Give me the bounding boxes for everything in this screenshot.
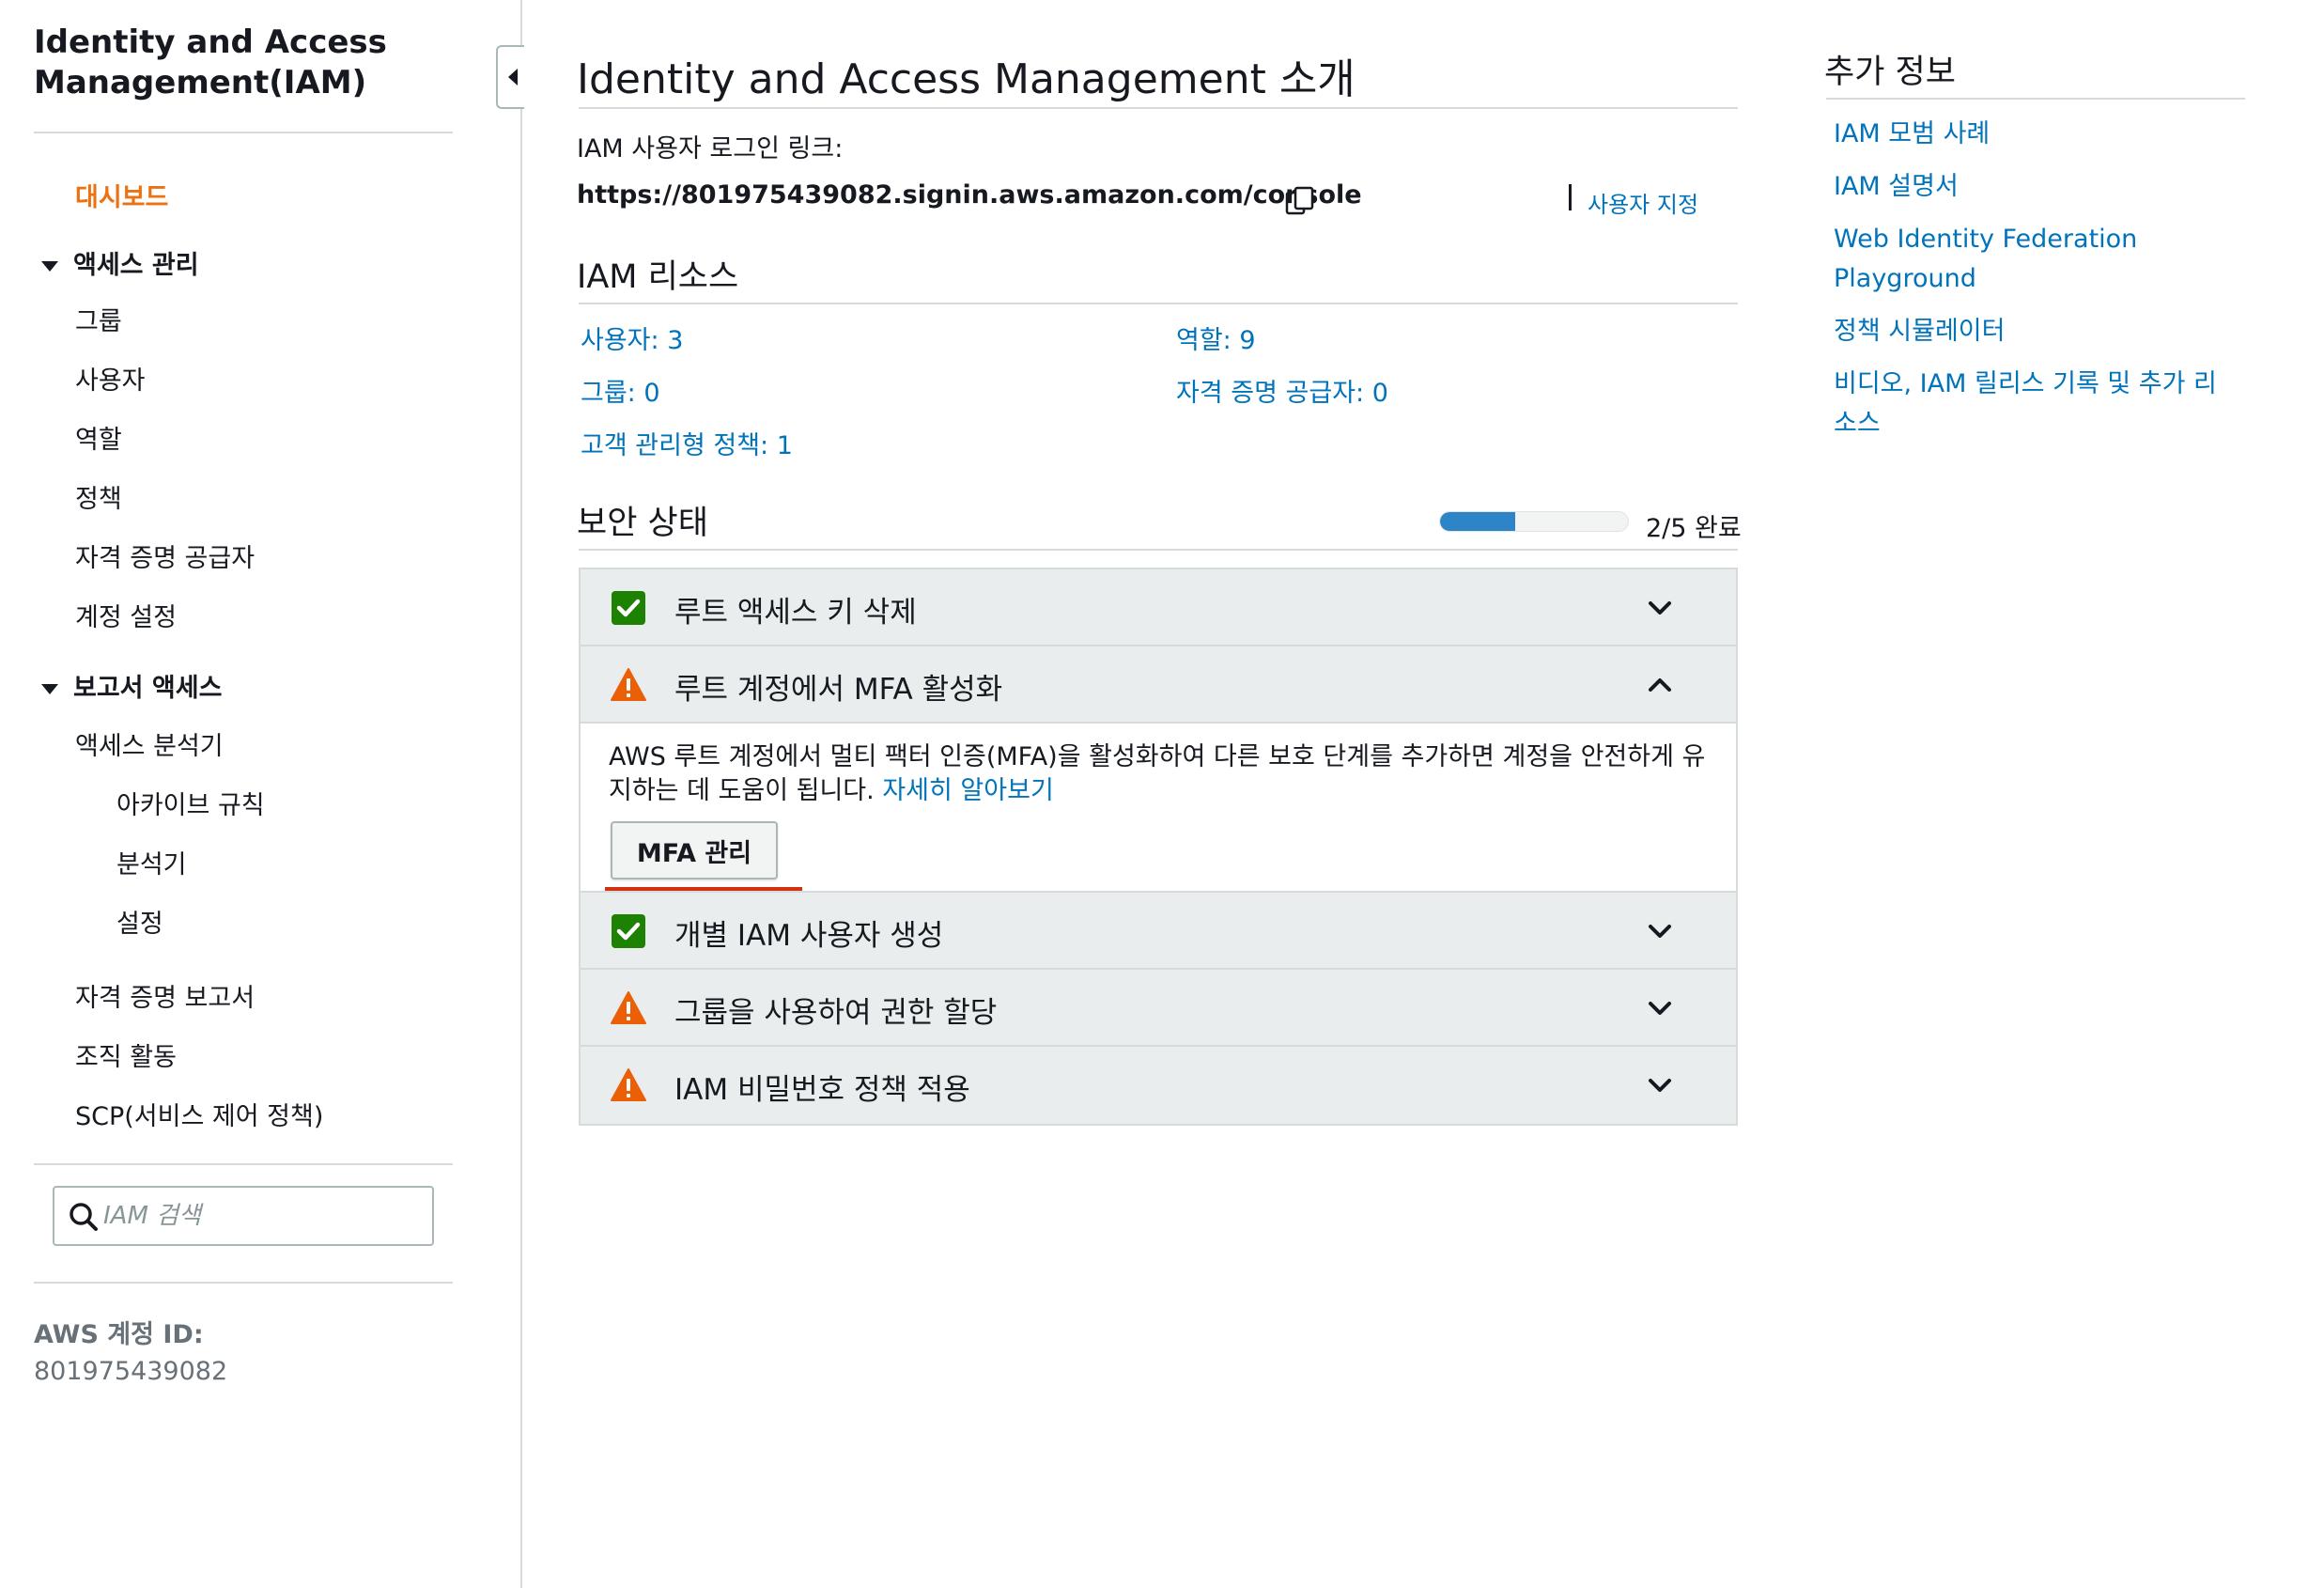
iam-search[interactable]	[53, 1186, 434, 1246]
chevron-up-icon	[1649, 678, 1671, 692]
progress-fill	[1440, 512, 1515, 531]
checklist-label: 루트 액세스 키 삭제	[674, 596, 917, 630]
checklist-item-password-policy[interactable]: IAM 비밀번호 정책 적용	[581, 1047, 1736, 1124]
signin-link-label: IAM 사용자 로그인 링크:	[577, 134, 844, 163]
chevron-down-icon	[1649, 1079, 1671, 1092]
divider	[34, 1163, 453, 1165]
sidebar-section-access-management[interactable]: 액세스 관리	[41, 244, 199, 281]
security-checklist: 루트 액세스 키 삭제 루트 계정에서 MFA 활성화 AWS 루트 계정에서 …	[579, 568, 1738, 1126]
sidebar-item-roles[interactable]: 역할	[75, 419, 122, 456]
caret-down-icon	[41, 684, 58, 694]
link-web-identity-playground[interactable]: Web Identity Federation Playground	[1834, 220, 2228, 299]
sidebar-item-users[interactable]: 사용자	[75, 360, 146, 397]
checklist-label: 루트 계정에서 MFA 활성화	[674, 673, 1003, 707]
sidebar-item-dashboard[interactable]: 대시보드	[75, 177, 168, 213]
search-input[interactable]	[103, 1195, 423, 1237]
warning-icon	[611, 991, 646, 1024]
additional-info-title: 추가 정보	[1824, 54, 1956, 91]
warning-icon	[611, 1068, 646, 1101]
sidebar-item-organization-activity[interactable]: 조직 활동	[75, 1036, 177, 1073]
sidebar-item-credential-report[interactable]: 자격 증명 보고서	[75, 977, 255, 1014]
check-icon	[612, 914, 645, 948]
checklist-item-create-iam-users[interactable]: 개별 IAM 사용자 생성	[581, 893, 1736, 970]
resource-identity-providers-link[interactable]: 자격 증명 공급자: 0	[1176, 372, 1388, 409]
checklist-label: IAM 비밀번호 정책 적용	[674, 1073, 970, 1107]
divider	[1826, 98, 2245, 100]
checklist-item-root-mfa-details: AWS 루트 계정에서 멀티 팩터 인증(MFA)을 활성화하여 다른 보호 단…	[581, 724, 1736, 893]
link-videos-release-history[interactable]: 비디오, IAM 릴리스 기록 및 추가 리소스	[1834, 365, 2228, 444]
divider	[34, 1282, 453, 1284]
account-id-value: 801975439082	[34, 1357, 228, 1386]
resource-roles-link[interactable]: 역할: 9	[1176, 319, 1256, 356]
signin-url: https://801975439082.signin.aws.amazon.c…	[577, 180, 1362, 210]
sidebar: Identity and Access Management(IAM) 대시보드…	[0, 0, 522, 1588]
link-iam-documentation[interactable]: IAM 설명서	[1834, 167, 2228, 207]
sidebar-title: Identity and Access Management(IAM)	[34, 23, 387, 101]
section-label: 액세스 관리	[73, 251, 199, 280]
highlight-underline	[605, 887, 802, 891]
check-icon	[612, 591, 645, 625]
divider	[1569, 184, 1572, 210]
section-label: 보고서 액세스	[73, 674, 223, 703]
account-id-label: AWS 계정 ID:	[34, 1320, 204, 1349]
security-status-title: 보안 상태	[577, 505, 708, 542]
sidebar-item-identity-providers[interactable]: 자격 증명 공급자	[75, 537, 255, 574]
manage-mfa-button[interactable]: MFA 관리	[611, 821, 778, 880]
sidebar-item-access-analyzer[interactable]: 액세스 분석기	[75, 725, 224, 762]
iam-resources-title: IAM 리소스	[577, 258, 739, 296]
checklist-item-use-groups[interactable]: 그룹을 사용하여 권한 할당	[581, 970, 1736, 1047]
caret-left-icon	[508, 69, 518, 86]
chevron-down-icon	[1649, 1002, 1671, 1015]
security-progress-bar	[1439, 511, 1629, 532]
divider	[579, 549, 1738, 551]
sidebar-section-report-access[interactable]: 보고서 액세스	[41, 667, 222, 704]
resource-groups-link[interactable]: 그룹: 0	[581, 372, 660, 409]
sidebar-item-account-settings[interactable]: 계정 설정	[75, 597, 177, 633]
sidebar-item-analyzer-settings[interactable]: 설정	[116, 903, 163, 940]
link-policy-simulator[interactable]: 정책 시뮬레이터	[1834, 312, 2228, 351]
checklist-item-delete-root-keys[interactable]: 루트 액세스 키 삭제	[581, 569, 1736, 646]
checklist-item-root-mfa[interactable]: 루트 계정에서 MFA 활성화	[581, 646, 1736, 724]
learn-more-link[interactable]: 자세히 알아보기	[882, 776, 1053, 805]
resource-users-link[interactable]: 사용자: 3	[581, 319, 683, 356]
search-icon	[70, 1203, 98, 1231]
divider	[34, 132, 453, 133]
link-iam-best-practices[interactable]: IAM 모범 사례	[1834, 115, 2228, 154]
caret-down-icon	[41, 261, 58, 272]
divider	[579, 107, 1738, 109]
mfa-description: AWS 루트 계정에서 멀티 팩터 인증(MFA)을 활성화하여 다른 보호 단…	[609, 740, 1717, 808]
sidebar-item-policies[interactable]: 정책	[75, 478, 122, 515]
sidebar-item-analyzers[interactable]: 분석기	[116, 844, 187, 880]
sidebar-item-groups[interactable]: 그룹	[75, 301, 122, 337]
page-title: Identity and Access Management 소개	[577, 55, 1356, 103]
checklist-label: 개별 IAM 사용자 생성	[674, 919, 944, 953]
progress-text: 2/5 완료	[1646, 514, 1742, 543]
sidebar-item-archive-rules[interactable]: 아카이브 규칙	[116, 785, 265, 821]
chevron-down-icon	[1649, 925, 1671, 938]
chevron-down-icon	[1649, 601, 1671, 615]
copy-icon[interactable]	[1283, 184, 1319, 220]
warning-icon	[611, 668, 646, 701]
divider	[579, 303, 1738, 304]
customize-link[interactable]: 사용자 지정	[1588, 186, 1698, 219]
checklist-label: 그룹을 사용하여 권한 할당	[674, 996, 998, 1030]
collapse-sidebar-button[interactable]	[496, 45, 524, 109]
resource-customer-policies-link[interactable]: 고객 관리형 정책: 1	[581, 425, 793, 461]
mfa-description-text: AWS 루트 계정에서 멀티 팩터 인증(MFA)을 활성화하여 다른 보호 단…	[609, 742, 1706, 805]
sidebar-item-scp[interactable]: SCP(서비스 제어 정책)	[75, 1096, 323, 1132]
